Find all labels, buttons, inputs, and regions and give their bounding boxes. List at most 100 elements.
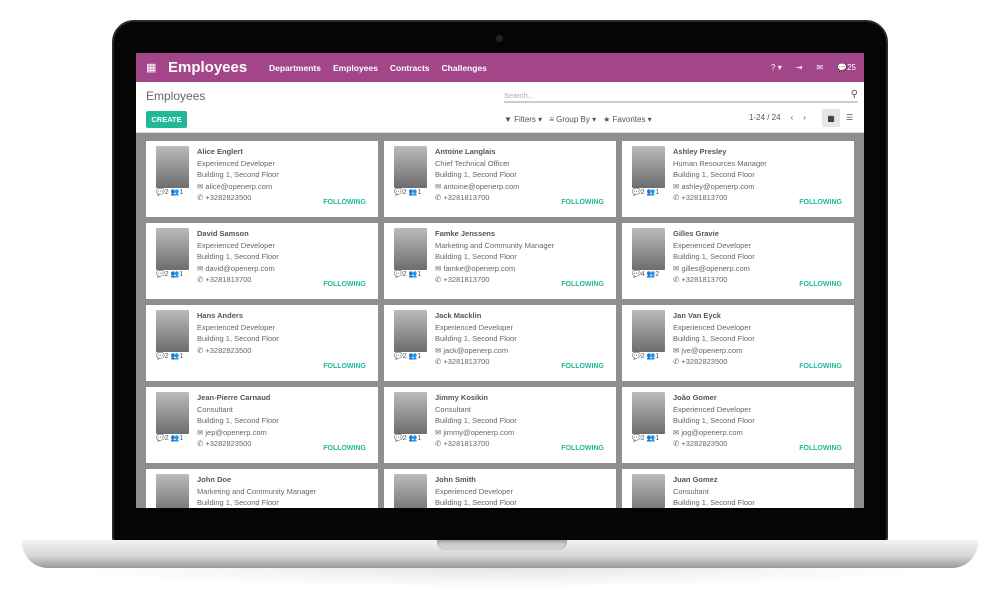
following-button[interactable]: FOLLOWING <box>799 443 842 455</box>
employee-name[interactable]: Jan Van Eyck <box>673 310 755 322</box>
search-input[interactable]: Search... ⚲ <box>504 88 858 103</box>
following-button[interactable]: FOLLOWING <box>799 197 842 209</box>
followers-icon: 👥 <box>646 353 656 360</box>
group-by-dropdown[interactable]: ≡ Group By ▾ <box>549 115 596 124</box>
create-button[interactable]: CREATE <box>146 111 187 128</box>
card-stats: 💬2 👥1 <box>632 187 659 199</box>
followers-icon: 👥 <box>646 189 656 196</box>
email-text: ashley@openerp.com <box>681 181 755 191</box>
favorites-dropdown[interactable]: ★ Favorites ▾ <box>603 115 652 124</box>
search-icon[interactable]: ⚲ <box>851 89 858 100</box>
employee-card[interactable]: 💬2 👥1 Ashley Presley Human Resources Manag… <box>622 141 854 217</box>
apps-grid-icon[interactable]: ▦ <box>146 62 158 73</box>
following-button[interactable]: FOLLOWING <box>799 361 842 373</box>
employee-card[interactable]: John Smith Experienced Developer Building … <box>384 469 616 508</box>
followers-icon: 👥 <box>170 271 180 278</box>
employee-phone: ✆ +3282823500 <box>197 192 279 204</box>
following-button[interactable]: FOLLOWING <box>799 279 842 291</box>
filters-dropdown[interactable]: ▼ Filters ▾ <box>504 115 542 124</box>
employee-card[interactable]: 💬2 👥1 Famke Jenssens Marketing and Communi… <box>384 223 616 299</box>
employee-card[interactable]: 💬2 👥1 Jack Macklin Experienced Developer Bu… <box>384 305 616 381</box>
chat-button[interactable]: 💬25 <box>837 63 856 72</box>
employee-office: Building 1, Second Floor <box>435 334 517 343</box>
logout-icon[interactable]: ⇥ <box>796 63 803 72</box>
card-stats: 💬2 👥1 <box>632 433 659 445</box>
avatar <box>156 474 189 508</box>
messages-icon: 💬 <box>394 271 403 278</box>
employee-card[interactable]: 💬2 👥1 Hans Anders Experienced Developer Bui… <box>146 305 378 381</box>
employee-card[interactable]: 💬2 👥1 Antoine Langlais Chief Technical Off… <box>384 141 616 217</box>
chevron-right-icon[interactable]: › <box>803 113 806 122</box>
email-text: gilles@openerp.com <box>681 263 750 273</box>
employee-email: ✉ ashley@openerp.com <box>673 181 767 193</box>
employee-card[interactable]: 💬2 👥1 Alice Englert Experienced Developer B… <box>146 141 378 217</box>
employee-name[interactable]: Jack Macklin <box>435 310 517 322</box>
employee-card[interactable]: 💬2 👥1 João Gomer Experienced Developer Buil… <box>622 387 854 463</box>
employee-office: Building 1, Second Floor <box>435 252 517 261</box>
employee-name[interactable]: Hans Anders <box>197 310 279 322</box>
employee-card[interactable]: 💬4 👥2 Gilles Gravie Experienced Developer B… <box>622 223 854 299</box>
employee-name[interactable]: Alice Englert <box>197 146 279 158</box>
employee-name[interactable]: John Doe <box>197 474 316 486</box>
list-view-icon[interactable]: ☰ <box>846 113 853 122</box>
employee-name[interactable]: Famke Jenssens <box>435 228 554 240</box>
chevron-left-icon[interactable]: ‹ <box>791 113 794 122</box>
following-button[interactable]: FOLLOWING <box>323 361 366 373</box>
employee-name[interactable]: John Smith <box>435 474 517 486</box>
following-button[interactable]: FOLLOWING <box>561 279 604 291</box>
employee-job: Experienced Developer <box>435 322 513 332</box>
employee-card[interactable]: 💬2 👥1 Jimmy Kosikin Consultant Building 1, … <box>384 387 616 463</box>
followers-icon: 👥 <box>408 189 418 196</box>
control-panel: Employees CREATE Search... ⚲ ▼ Filters ▾ … <box>136 82 864 133</box>
following-button[interactable]: FOLLOWING <box>561 361 604 373</box>
employee-name[interactable]: Antoine Langlais <box>435 146 519 158</box>
pager-value[interactable]: 1-24 / 24 <box>749 113 781 122</box>
card-stats: 💬4 👥2 <box>632 269 659 281</box>
favorites-label: Favorites <box>612 115 646 124</box>
filters-label: Filters <box>514 115 536 124</box>
help-icon[interactable]: ? ▾ <box>771 63 782 72</box>
avatar <box>394 146 427 188</box>
avatar <box>632 474 665 508</box>
employee-office: Building 1, Second Floor <box>197 170 279 179</box>
following-button[interactable]: FOLLOWING <box>323 279 366 291</box>
email-text: jimmy@openerp.com <box>443 427 515 437</box>
menu-challenges[interactable]: Challenges <box>442 63 487 73</box>
card-stats: 💬2 👥1 <box>156 351 183 363</box>
follower-count: 1 <box>179 189 184 196</box>
filter-icon: ▼ <box>504 115 512 124</box>
laptop-notch <box>437 540 567 550</box>
employee-card[interactable]: 💬2 👥1 Jean-Pierre Carnaud Consultant Buildi… <box>146 387 378 463</box>
employee-office: Building 1, Second Floor <box>435 498 517 507</box>
employee-job: Experienced Developer <box>673 240 751 250</box>
employee-job: Experienced Developer <box>197 240 275 250</box>
following-button[interactable]: FOLLOWING <box>323 197 366 209</box>
employee-name[interactable]: Jimmy Kosikin <box>435 392 517 404</box>
employee-card[interactable]: 💬2 👥1 David Samson Experienced Developer Bu… <box>146 223 378 299</box>
employee-name[interactable]: Juan Gomez <box>673 474 755 486</box>
menu-contracts[interactable]: Contracts <box>390 63 430 73</box>
messages-icon: 💬 <box>156 353 165 360</box>
follower-count: 1 <box>655 353 660 360</box>
employee-name[interactable]: Jean-Pierre Carnaud <box>197 392 279 404</box>
employee-card[interactable]: Juan Gomez Consultant Building 1, Second F… <box>622 469 854 508</box>
kanban-view-icon[interactable]: ▦ <box>822 109 840 127</box>
mail-icon[interactable]: ✉ <box>816 63 823 72</box>
employee-name[interactable]: João Gomer <box>673 392 755 404</box>
employee-card[interactable]: John Doe Marketing and Community Manager B… <box>146 469 378 508</box>
employee-card[interactable]: 💬2 👥1 Jan Van Eyck Experienced Developer Bu… <box>622 305 854 381</box>
phone-text: +3282823500 <box>681 357 728 366</box>
following-button[interactable]: FOLLOWING <box>561 197 604 209</box>
employee-job: Experienced Developer <box>673 404 751 414</box>
following-button[interactable]: FOLLOWING <box>323 443 366 455</box>
following-button[interactable]: FOLLOWING <box>561 443 604 455</box>
message-count: 2 <box>164 189 169 196</box>
employee-name[interactable]: David Samson <box>197 228 279 240</box>
kanban-grid: 💬2 👥1 Alice Englert Experienced Developer B… <box>136 133 864 508</box>
employee-name[interactable]: Gilles Gravie <box>673 228 755 240</box>
followers-icon: 👥 <box>646 271 656 278</box>
employee-name[interactable]: Ashley Presley <box>673 146 767 158</box>
menu-departments[interactable]: Departments <box>269 63 321 73</box>
email-text: jack@openerp.com <box>443 345 509 355</box>
menu-employees[interactable]: Employees <box>333 63 378 73</box>
